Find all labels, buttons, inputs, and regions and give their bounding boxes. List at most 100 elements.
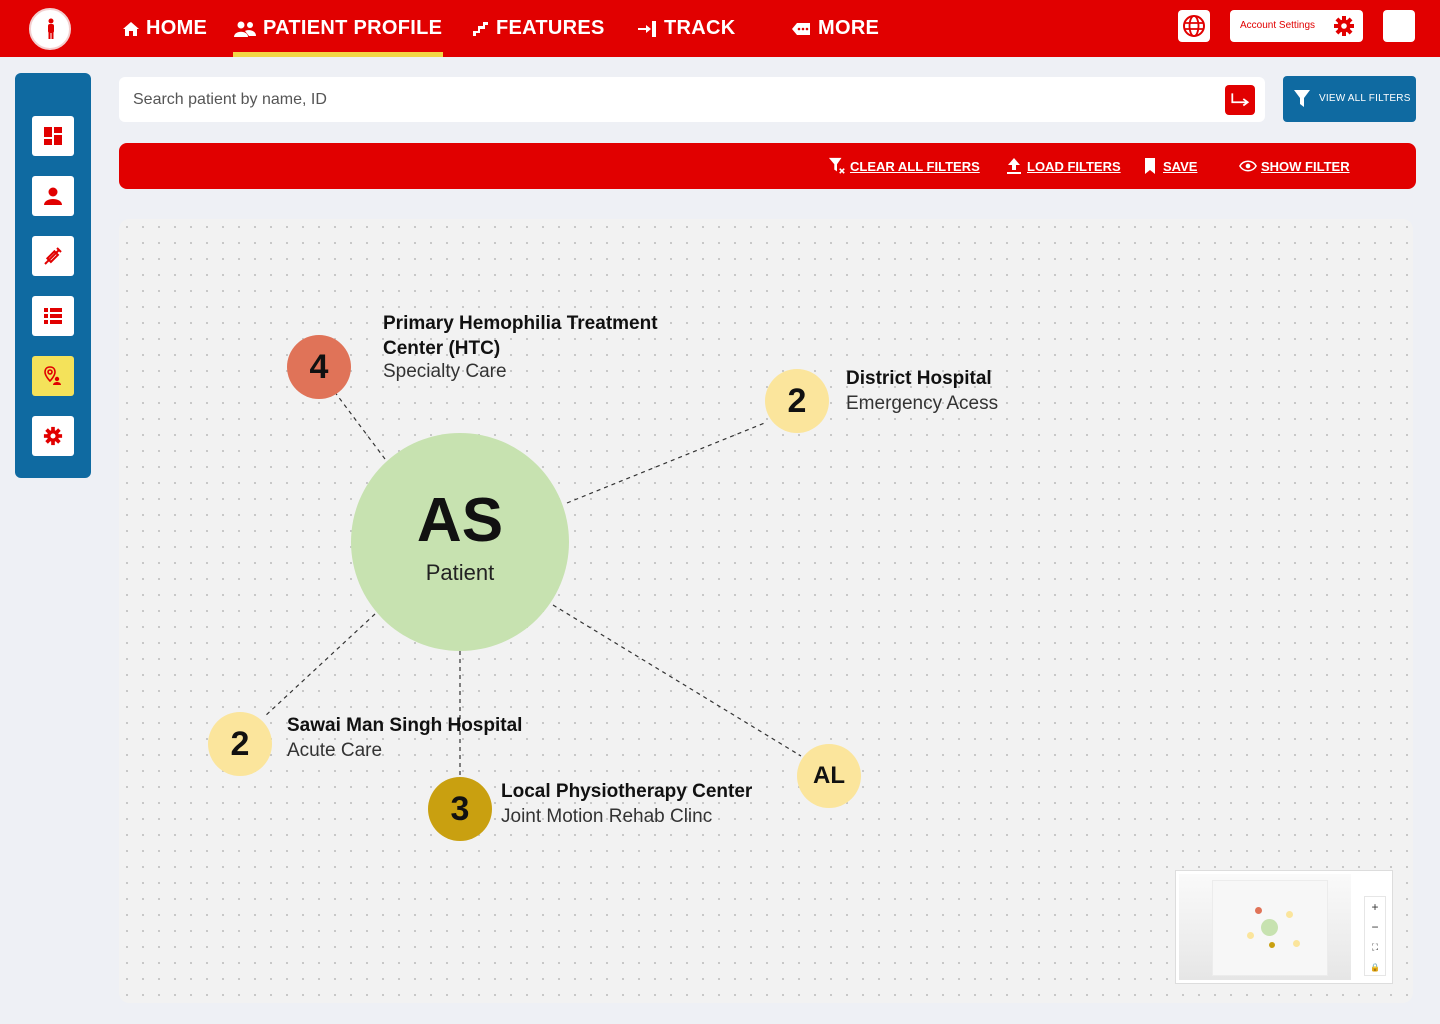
- minimap-controls: + − ⛶ 🔒: [1364, 896, 1386, 976]
- language-button[interactable]: [1178, 10, 1210, 42]
- list-icon: [44, 308, 62, 324]
- minimap-viewport[interactable]: [1179, 874, 1351, 980]
- htc-title: Primary Hemophilia Treatment Center (HTC…: [383, 313, 658, 359]
- district-hospital-label: District Hospital Emergency Acess: [846, 366, 1126, 416]
- show-filter-label: SHOW FILTER: [1261, 158, 1350, 174]
- edge-sawai-man-singh: [263, 613, 376, 718]
- sawai-man-singh-label: Sawai Man Singh Hospital Acute Care: [287, 713, 587, 763]
- nav-more-label: MORE: [818, 17, 880, 39]
- person-logo-icon: [48, 18, 54, 39]
- load-filters-button[interactable]: LOAD FILTERS: [1005, 157, 1121, 175]
- htc-subtitle: Specialty Care: [383, 361, 507, 382]
- users-icon: [234, 21, 256, 37]
- syringe-icon: [44, 247, 62, 265]
- htc-label: Primary Hemophilia Treatment Center (HTC…: [383, 311, 713, 384]
- sidebar-item-patient[interactable]: [32, 176, 74, 216]
- minimap-node-patient: [1261, 919, 1278, 936]
- nav-track[interactable]: TRACK: [636, 0, 736, 57]
- turn-arrow-icon: [1231, 93, 1250, 107]
- physiotherapy-title: Local Physiotherapy Center: [501, 781, 753, 802]
- minimap-node-htc: [1255, 907, 1262, 914]
- district-hospital-subtitle: Emergency Acess: [846, 393, 999, 414]
- home-icon: [123, 21, 139, 36]
- gear-icon: [1334, 16, 1354, 36]
- sidebar-item-dashboard[interactable]: [32, 116, 74, 156]
- nav-track-label: TRACK: [664, 17, 736, 39]
- physiotherapy-subtitle: Joint Motion Rehab Clinc: [501, 806, 713, 827]
- district-hospital-node[interactable]: 2: [765, 369, 829, 433]
- load-filters-label: LOAD FILTERS: [1027, 158, 1121, 174]
- graph-minimap[interactable]: + − ⛶ 🔒: [1175, 870, 1393, 984]
- patient-label: Patient: [425, 560, 495, 585]
- patient-center-node[interactable]: AS Patient: [351, 433, 569, 651]
- globe-icon: [1183, 15, 1205, 37]
- clear-all-filters-button[interactable]: CLEAR ALL FILTERS: [828, 157, 980, 175]
- view-all-filters-button[interactable]: VIEW ALL FILTERS: [1283, 76, 1416, 122]
- sign-in-icon: [638, 20, 656, 37]
- account-settings-button[interactable]: Account Settings: [1230, 10, 1363, 42]
- minimap-node-district: [1286, 911, 1293, 918]
- physiotherapy-badge-count: 3: [450, 789, 470, 828]
- upload-icon: [1007, 158, 1021, 174]
- sidebar-item-injection[interactable]: [32, 236, 74, 276]
- physiotherapy-node[interactable]: 3: [428, 777, 492, 841]
- search-submit-button[interactable]: [1225, 85, 1255, 115]
- al-node-initials: AL: [813, 762, 845, 789]
- sidebar-item-settings[interactable]: [32, 416, 74, 456]
- patient-search-box: [119, 77, 1265, 122]
- minimap-frame: [1212, 880, 1328, 976]
- sawai-man-singh-subtitle: Acute Care: [287, 740, 383, 761]
- district-hospital-badge-count: 2: [787, 381, 807, 420]
- show-filter-button[interactable]: SHOW FILTER: [1239, 157, 1350, 175]
- dashboard-icon: [44, 127, 62, 145]
- lock-button[interactable]: 🔒: [1365, 957, 1385, 977]
- htc-badge-count: 4: [309, 347, 329, 386]
- search-input[interactable]: [119, 77, 1219, 122]
- account-settings-label: Account Settings: [1240, 20, 1316, 31]
- sidebar-item-care-network[interactable]: [32, 356, 74, 396]
- bookmark-icon: [1145, 158, 1155, 174]
- nav-patient-profile-label: PATIENT PROFILE: [263, 17, 443, 39]
- fit-view-button[interactable]: ⛶: [1365, 937, 1385, 957]
- edge-district-hospital: [566, 421, 768, 504]
- edge-htc: [333, 390, 386, 460]
- eye-icon: [1239, 160, 1257, 172]
- minimap-node-physio: [1269, 942, 1275, 948]
- location-user-icon: [44, 366, 61, 385]
- filter-icon: [1294, 90, 1310, 107]
- htc-node[interactable]: 4: [287, 335, 351, 399]
- nav-features[interactable]: FEATURES: [472, 0, 605, 57]
- minimap-node-sawai: [1247, 932, 1254, 939]
- user-avatar-button[interactable]: [1383, 10, 1415, 42]
- district-hospital-title: District Hospital: [846, 368, 992, 389]
- sawai-man-singh-badge-count: 2: [230, 724, 250, 763]
- save-filters-button[interactable]: SAVE: [1141, 157, 1197, 175]
- filter-action-bar: CLEAR ALL FILTERS LOAD FILTERS SAVE SHOW…: [119, 143, 1416, 189]
- zoom-in-button[interactable]: +: [1365, 897, 1385, 917]
- minimap-node-al: [1293, 940, 1300, 947]
- nav-more[interactable]: MORE: [790, 0, 879, 57]
- nav-patient-profile[interactable]: PATIENT PROFILE: [233, 0, 443, 57]
- zoom-out-button[interactable]: −: [1365, 917, 1385, 937]
- physiotherapy-label: Local Physiotherapy Center Joint Motion …: [501, 779, 821, 829]
- left-sidebar: [15, 73, 91, 478]
- save-filters-label: SAVE: [1163, 158, 1198, 174]
- user-icon: [44, 187, 62, 205]
- sidebar-item-list[interactable]: [32, 296, 74, 336]
- sawai-man-singh-title: Sawai Man Singh Hospital: [287, 715, 523, 736]
- al-node[interactable]: AL: [797, 744, 861, 808]
- tag-icon: [792, 22, 810, 35]
- nav-home[interactable]: HOME: [122, 0, 207, 57]
- organization-logo[interactable]: [29, 8, 71, 50]
- clear-all-filters-label: CLEAR ALL FILTERS: [850, 158, 980, 174]
- sawai-man-singh-node[interactable]: 2: [208, 712, 272, 776]
- top-navigation-bar: HOME PATIENT PROFILE FEATURES TRACK MORE…: [0, 0, 1440, 57]
- view-all-filters-label: VIEW ALL FILTERS: [1319, 93, 1411, 104]
- settings-gear-icon: [43, 426, 63, 446]
- patient-initials: AS: [416, 486, 504, 555]
- nav-home-label: HOME: [146, 17, 208, 39]
- nav-features-label: FEATURES: [496, 17, 605, 39]
- stairs-icon: [473, 21, 488, 36]
- filter-clear-icon: [828, 157, 845, 174]
- edge-al: [552, 604, 802, 757]
